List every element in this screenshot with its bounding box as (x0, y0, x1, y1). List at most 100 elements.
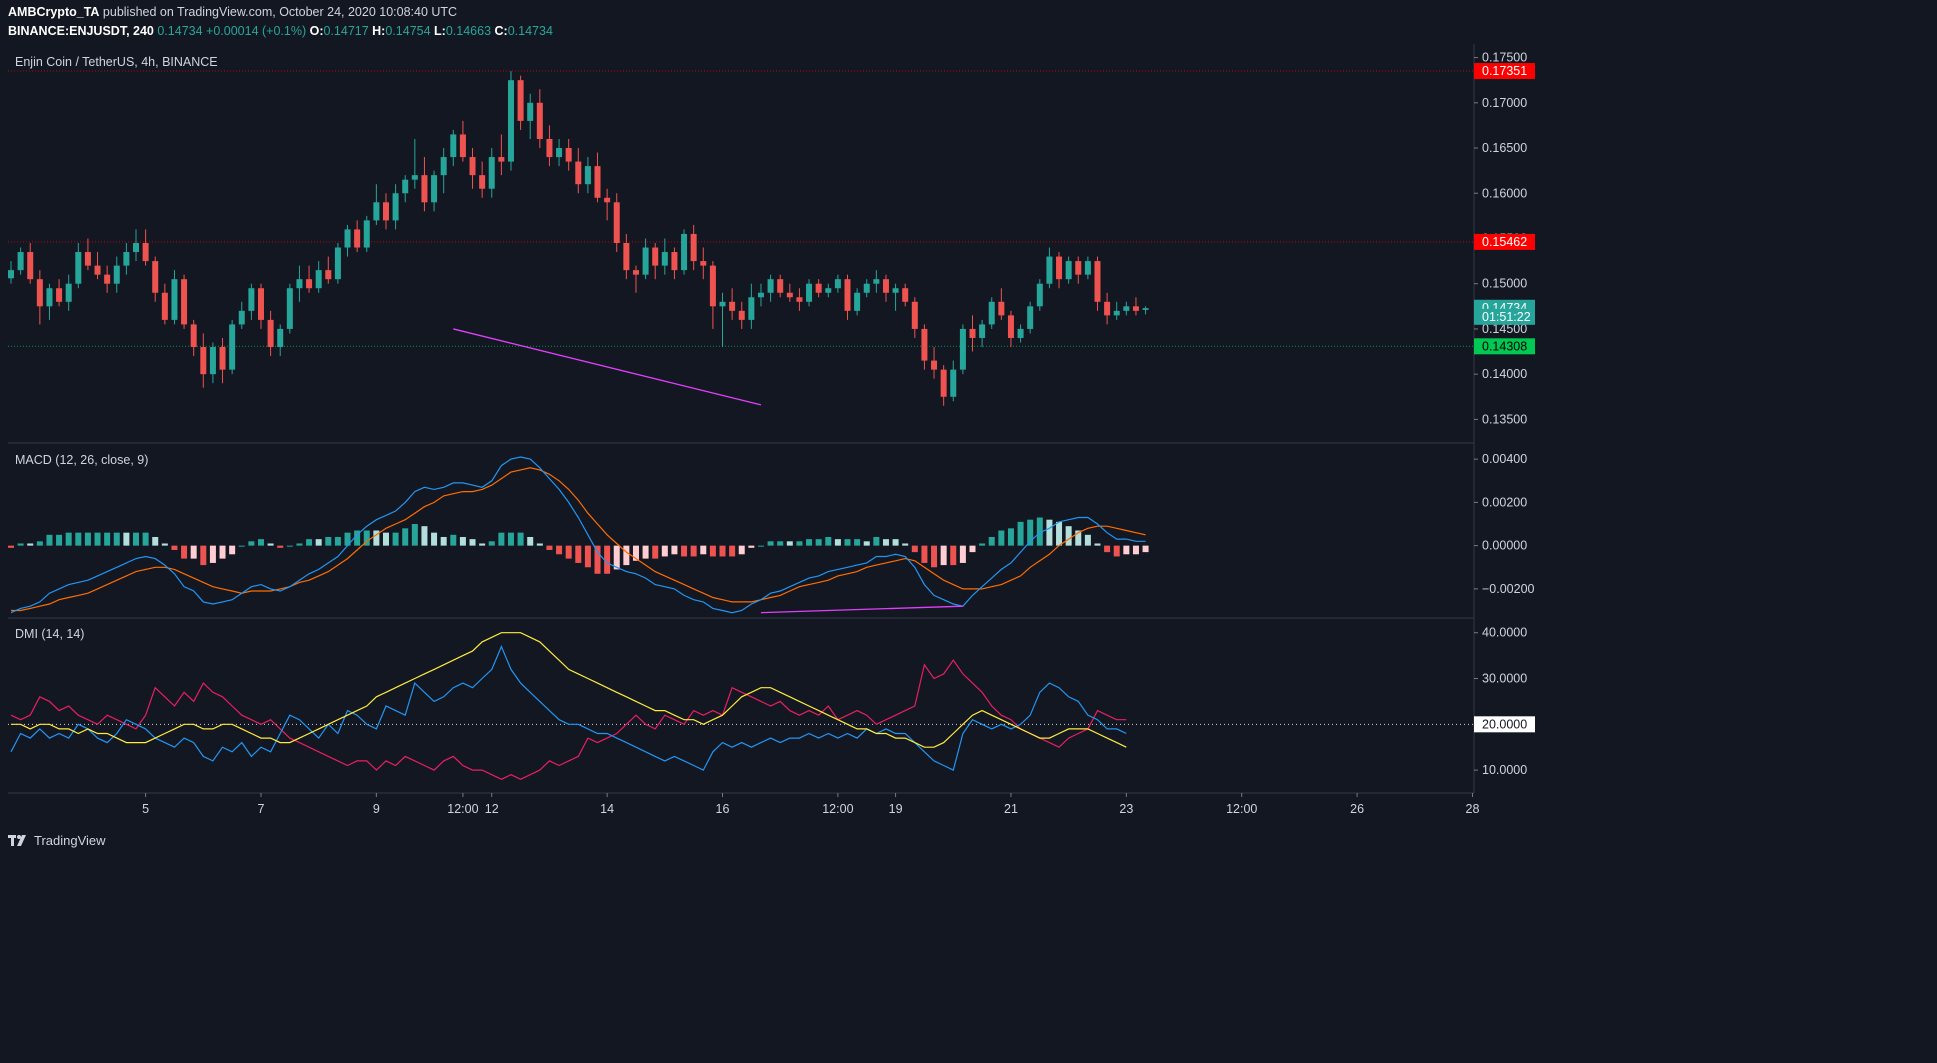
macd-histogram-bar (200, 545, 207, 566)
macd-histogram-bar (1017, 521, 1024, 546)
dmi-axis-tick-label: 40.0000 (1482, 626, 1527, 640)
macd-histogram-bar (959, 545, 966, 563)
macd-histogram-bar (556, 545, 563, 555)
time-axis-tick-label: 28 (1466, 802, 1480, 816)
macd-histogram-bar (806, 539, 813, 546)
candle-body (248, 288, 255, 311)
macd-histogram-bar (113, 532, 120, 546)
price-pane-title: Enjin Coin / TetherUS, 4h, BINANCE (15, 55, 218, 69)
macd-histogram-bar (75, 532, 82, 546)
candle-body (806, 283, 813, 302)
candle-body (65, 283, 72, 302)
macd-histogram-bar (440, 536, 447, 546)
macd-histogram-bar (469, 539, 476, 546)
macd-histogram-bar (1132, 545, 1139, 555)
candle-body (1065, 261, 1072, 280)
candle-body (690, 233, 697, 262)
macd-histogram-bar (1104, 545, 1111, 553)
dmi-axis-tick-label: 30.0000 (1482, 672, 1527, 686)
candle-body (950, 369, 957, 397)
macd-histogram-bar (286, 545, 293, 547)
candle-body (132, 243, 139, 253)
candle-body (219, 347, 226, 370)
macd-axis-tick-label: 0.00000 (1482, 539, 1527, 553)
macd-histogram-bar (796, 541, 803, 546)
macd-histogram-bar (1142, 545, 1149, 553)
chart-canvas[interactable]: 0.175000.170000.165000.160000.155000.150… (0, 0, 1568, 860)
price-axis-tick-label: 0.16000 (1482, 186, 1527, 200)
candle-body (84, 252, 91, 266)
candle-body (969, 328, 976, 338)
candle-body (834, 279, 841, 289)
candle-body (75, 252, 82, 284)
candle-body (325, 270, 332, 280)
tradingview-icon (8, 835, 26, 846)
candle-body (1017, 328, 1024, 338)
candle-body (757, 292, 764, 298)
macd-histogram-bar (681, 545, 688, 557)
macd-histogram-bar (1123, 545, 1130, 555)
candle-body (56, 288, 63, 302)
macd-histogram-bar (863, 541, 870, 546)
candle-body (17, 252, 24, 271)
candle-body (700, 261, 707, 266)
macd-histogram-bar (267, 543, 274, 546)
candle-body (209, 347, 216, 375)
macd-histogram-bar (565, 545, 572, 559)
candle-body (998, 301, 1005, 316)
candle-body (517, 80, 524, 121)
candle-body (392, 193, 399, 221)
time-axis-tick-label: 14 (600, 802, 614, 816)
candle-body (142, 243, 149, 262)
macd-histogram-bar (402, 528, 409, 546)
macd-histogram-bar (988, 536, 995, 546)
time-axis-tick-label: 12:00 (447, 802, 478, 816)
time-axis-tick-label: 16 (716, 802, 730, 816)
candle-body (767, 279, 774, 293)
candle-body (306, 279, 313, 289)
price-axis-tick-label: 0.15000 (1482, 277, 1527, 291)
candle-body (190, 324, 197, 348)
macd-histogram-bar (709, 545, 716, 557)
macd-histogram-bar (392, 532, 399, 546)
price-tag-label: 0.14308 (1482, 339, 1527, 353)
candle-body (527, 102, 534, 121)
candle-body (642, 247, 649, 275)
macd-histogram-bar (104, 532, 111, 546)
candle-body (171, 279, 178, 320)
candle-body (815, 283, 822, 293)
macd-histogram-bar (575, 545, 582, 563)
candle-body (421, 175, 428, 203)
candle-body (1027, 306, 1034, 329)
macd-histogram-bar (719, 545, 726, 557)
macd-histogram-bar (979, 543, 986, 546)
macd-histogram-bar (1007, 528, 1014, 546)
macd-histogram-bar (277, 545, 284, 548)
macd-histogram-bar (8, 545, 14, 548)
macd-histogram-bar (142, 532, 149, 546)
macd-histogram-bar (181, 545, 188, 559)
macd-histogram-bar (248, 541, 255, 546)
chart-root: { "header": { "line1_user": "AMBCrypto_T… (0, 0, 1568, 860)
macd-histogram-bar (498, 532, 505, 546)
candle-body (1132, 306, 1139, 311)
candle-body (854, 292, 861, 311)
candle-body (113, 265, 120, 284)
candle-body (1142, 308, 1149, 310)
macd-histogram-bar (748, 545, 755, 548)
macd-axis-tick-label: 0.00200 (1482, 495, 1527, 509)
macd-histogram-bar (257, 539, 264, 546)
macd-histogram-bar (546, 545, 553, 550)
macd-signal-line (11, 467, 1146, 612)
candle-body (363, 220, 370, 248)
candle-body (498, 157, 505, 162)
candle-body (786, 292, 793, 298)
candle-body (411, 175, 418, 180)
candle-body (344, 229, 351, 248)
macd-histogram-bar (450, 534, 457, 546)
macd-histogram-bar (738, 545, 745, 555)
tradingview-logo[interactable]: TradingView (8, 832, 106, 848)
macd-histogram-bar (902, 543, 909, 546)
macd-histogram-bar (700, 545, 707, 555)
candle-body (354, 229, 361, 248)
